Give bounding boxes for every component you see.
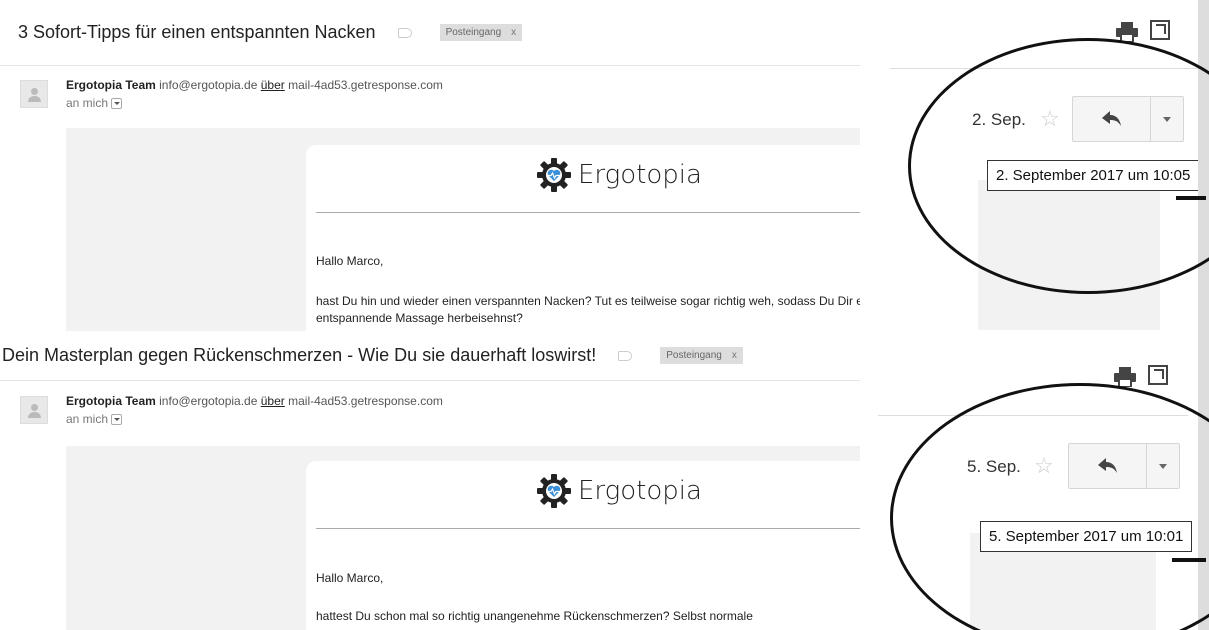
sender-row: Ergotopia Team info@ergotopia.de über ma…	[20, 78, 880, 118]
inbox-label-text: Posteingang	[445, 27, 502, 38]
subject-row: Dein Masterplan gegen Rückenschmerzen - …	[0, 331, 890, 381]
email-body: Ergotopia Hallo Marco, hast Du hin und w…	[66, 128, 890, 331]
email-view-2: Dein Masterplan gegen Rückenschmerzen - …	[0, 331, 890, 630]
avatar[interactable]	[20, 396, 48, 424]
brand-header: Ergotopia	[536, 473, 702, 509]
via-domain: mail-4ad53.getresponse.com	[288, 394, 443, 408]
sender-email: info@ergotopia.de	[159, 394, 258, 408]
avatar[interactable]	[20, 80, 48, 108]
important-marker-icon[interactable]	[618, 350, 633, 361]
email-subject: 3 Sofort-Tipps für einen entspannten Nac…	[18, 22, 376, 42]
body-paragraph: hast Du hin und wieder einen verspannten…	[316, 294, 879, 325]
recipient-text: an mich	[66, 96, 109, 110]
brand-name: Ergotopia	[578, 476, 702, 506]
brand-name: Ergotopia	[578, 160, 702, 190]
remove-label-button[interactable]: x	[732, 350, 737, 361]
header-divider	[316, 528, 890, 529]
zoomed-date-panel-1: 2. Sep. ☆ 2. September 2017 um 10:05	[860, 0, 1209, 331]
sender-name[interactable]: Ergotopia Team	[66, 78, 156, 92]
header-divider	[316, 212, 890, 213]
inbox-label-chip[interactable]: Posteingang x	[660, 347, 743, 364]
annotation-circle	[890, 383, 1209, 630]
annotation-underline	[1172, 558, 1206, 562]
recipient-details-dropdown[interactable]	[111, 414, 123, 425]
inbox-label-chip[interactable]: Posteingang x	[439, 24, 523, 41]
ergotopia-gear-logo-icon	[537, 474, 571, 508]
popout-icon[interactable]	[1148, 365, 1168, 385]
newsletter-card: Ergotopia Hallo Marco, hattest Du schon …	[306, 461, 890, 630]
sender-name[interactable]: Ergotopia Team	[66, 394, 156, 408]
annotation-circle	[908, 38, 1209, 294]
via-link[interactable]: über	[261, 394, 285, 408]
recipient-details-dropdown[interactable]	[111, 98, 123, 109]
important-marker-icon[interactable]	[397, 27, 412, 38]
via-link[interactable]: über	[261, 78, 285, 92]
body-paragraph: hattest Du schon mal so richtig unangene…	[316, 609, 753, 623]
zoomed-date-panel-2: 5. Sep. ☆ 5. September 2017 um 10:01	[860, 331, 1209, 630]
email-subject: Dein Masterplan gegen Rückenschmerzen - …	[2, 345, 597, 365]
greeting: Hallo Marco,	[316, 254, 384, 268]
sender-line: Ergotopia Team info@ergotopia.de über ma…	[66, 394, 443, 408]
inbox-label-text: Posteingang	[666, 350, 722, 361]
email-view-1: 3 Sofort-Tipps für einen entspannten Nac…	[0, 0, 890, 331]
annotation-underline	[1176, 196, 1206, 200]
sender-line: Ergotopia Team info@ergotopia.de über ma…	[66, 78, 443, 92]
via-domain: mail-4ad53.getresponse.com	[288, 78, 443, 92]
recipient-line: an mich	[66, 412, 123, 426]
screenshot-canvas: 3 Sofort-Tipps für einen entspannten Nac…	[0, 0, 1209, 630]
brand-header: Ergotopia	[536, 157, 702, 193]
sender-row: Ergotopia Team info@ergotopia.de über ma…	[20, 394, 880, 434]
email-body: Ergotopia Hallo Marco, hattest Du schon …	[66, 446, 890, 630]
sender-email: info@ergotopia.de	[159, 78, 258, 92]
recipient-line: an mich	[66, 96, 123, 110]
remove-label-button[interactable]: x	[511, 27, 516, 38]
ergotopia-gear-logo-icon	[537, 158, 571, 192]
greeting: Hallo Marco,	[316, 571, 384, 585]
recipient-text: an mich	[66, 412, 109, 426]
popout-icon[interactable]	[1150, 20, 1170, 40]
subject-row: 3 Sofort-Tipps für einen entspannten Nac…	[0, 0, 890, 66]
print-icon[interactable]	[1114, 367, 1136, 387]
newsletter-card: Ergotopia Hallo Marco, hast Du hin und w…	[306, 145, 890, 331]
